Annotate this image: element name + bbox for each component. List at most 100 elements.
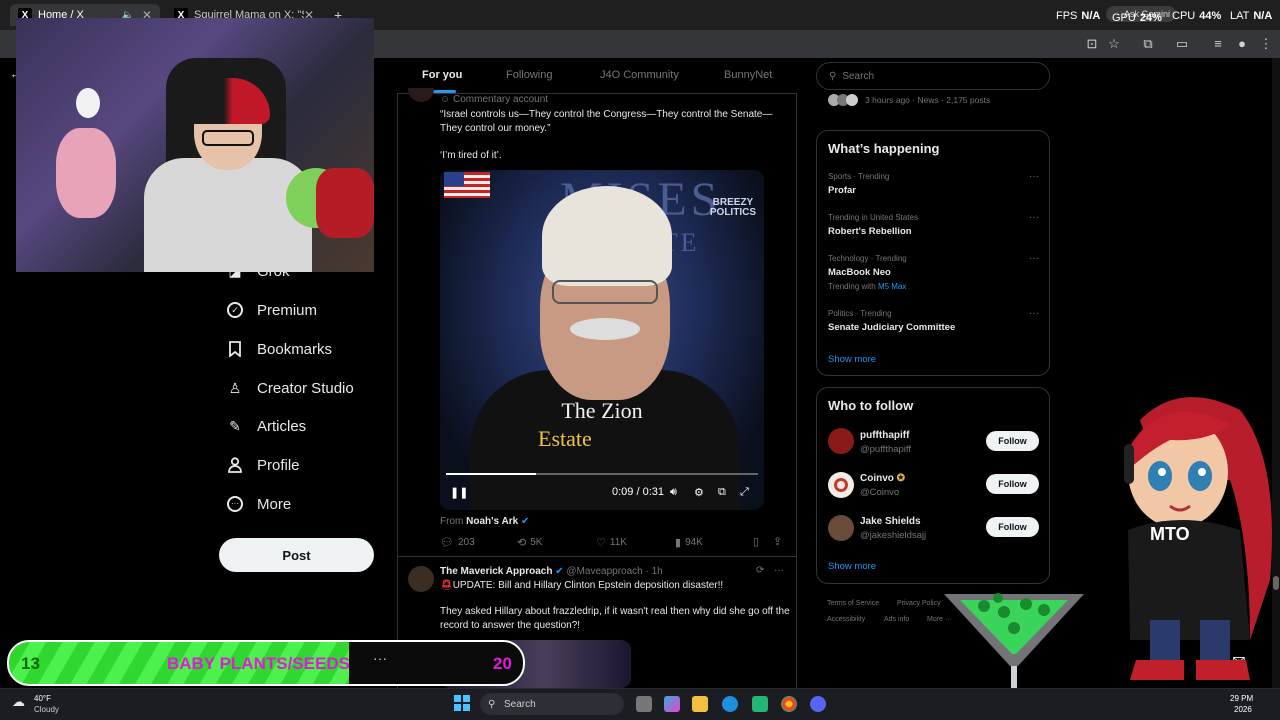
trend-title[interactable]: Profar <box>828 185 856 196</box>
nav-profile[interactable]: Profile <box>226 453 300 477</box>
author-handle[interactable]: @Maveapproach <box>566 566 642 577</box>
post-time: · 1h <box>645 566 663 577</box>
tab-j4o-community[interactable]: J4O Community <box>600 69 679 81</box>
nav-bookmarks[interactable]: Bookmarks <box>226 337 332 361</box>
us-flag-icon <box>444 172 490 198</box>
chrome-icon[interactable] <box>781 696 797 712</box>
video-caption-2: Estate <box>538 426 592 451</box>
pause-icon[interactable]: ❚❚ <box>450 486 468 499</box>
speaker-glasses <box>552 280 658 304</box>
task-view-icon[interactable] <box>636 696 652 712</box>
pink-plush <box>56 128 116 218</box>
follow-user-handle: @jakeshieldsajj <box>860 530 927 541</box>
news-meta: 3 hours ago · News · 2,175 posts <box>865 95 991 105</box>
follow-button[interactable]: Follow <box>986 431 1039 451</box>
hud-fps: FPS N/A <box>1056 10 1101 22</box>
show-more-link[interactable]: Show more <box>828 561 876 572</box>
weather-icon: ☁ <box>12 694 25 709</box>
commentary-icon: ☺ <box>440 94 453 105</box>
reply-icon: 💬︎ <box>440 537 454 549</box>
footer-link[interactable]: Privacy Policy <box>897 600 941 607</box>
author-name[interactable]: The Maverick Approach <box>440 566 552 577</box>
taskbar-search-label: Search <box>504 698 536 710</box>
trend-title[interactable]: Senate Judiciary Committee <box>828 322 955 333</box>
star-icon[interactable]: ☆ <box>1106 36 1122 52</box>
tab-for-you[interactable]: For you <box>422 69 462 81</box>
follow-user-name[interactable]: Coinvo ✪ <box>860 473 905 484</box>
post-button[interactable]: Post <box>219 538 374 572</box>
creator-studio-icon: ♙ <box>228 379 242 396</box>
trend-title[interactable]: MacBook Neo <box>828 267 891 278</box>
avatar[interactable] <box>408 566 434 592</box>
like-action[interactable]: ♡ 11K <box>596 536 627 549</box>
settings-icon[interactable]: ⚙ <box>694 486 704 499</box>
repost-action[interactable]: ⟲ 5K <box>517 536 542 549</box>
nav-creator-studio[interactable]: ♙ Creator Studio <box>226 376 354 400</box>
commentary-label: ☺ Commentary account <box>440 94 549 105</box>
app-icon[interactable] <box>752 696 768 712</box>
taskbar-search[interactable]: ⚲ Search <box>480 693 624 715</box>
trend-menu-icon[interactable]: ··· <box>1029 253 1039 264</box>
nav-premium[interactable]: ✓ Premium <box>226 298 317 322</box>
avatar[interactable] <box>828 428 854 454</box>
show-more-link[interactable]: Show more <box>828 354 876 365</box>
tab-following[interactable]: Following <box>506 69 552 81</box>
trend-menu-icon[interactable]: ··· <box>1029 212 1039 223</box>
premium-icon: ✓ <box>226 301 244 319</box>
post-menu-icon[interactable]: ··· <box>774 565 784 576</box>
follow-user-name[interactable]: puffthapiff <box>860 430 909 441</box>
repost-icon: ⟲ <box>517 537 527 549</box>
install-app-icon[interactable]: ⊡ <box>1084 36 1100 52</box>
menu-icon[interactable]: ⋮ <box>1258 36 1274 52</box>
avatar[interactable] <box>828 472 854 498</box>
discord-icon[interactable] <box>810 696 826 712</box>
profile-icon <box>226 456 244 474</box>
copilot-icon[interactable] <box>664 696 680 712</box>
split-view-icon[interactable]: ▭ <box>1174 36 1190 52</box>
feed-tabs: For you Following J4O Community BunnyNet <box>397 58 797 94</box>
follow-user-name[interactable]: Jake Shields <box>860 516 921 527</box>
trend-extra-link[interactable]: M5 Max <box>878 282 906 291</box>
pip-icon[interactable]: ⧉ <box>718 486 726 499</box>
video-progress-bar[interactable] <box>446 473 758 475</box>
windows-start-icon[interactable] <box>454 695 470 711</box>
clock-time[interactable]: 29 PM <box>1230 694 1253 703</box>
weather-temp[interactable]: 40°F <box>34 694 51 703</box>
follow-user-handle: @puffthapiff <box>860 444 912 455</box>
tab-bunnynet[interactable]: BunnyNet <box>724 69 772 81</box>
breezy-politics-logo: BREEZY POLITICS <box>709 197 756 218</box>
hud-gpu: GPU 24% <box>1112 12 1162 24</box>
post-header: The Maverick Approach ✔ @Maveapproach · … <box>440 566 663 577</box>
video-player[interactable]: MISES UTE BREEZYPOLITICS The Zion Estate… <box>440 170 764 510</box>
bookmark-icon <box>226 340 244 358</box>
share-icon[interactable]: ⇪ <box>773 535 786 548</box>
extensions-icon[interactable]: ⧉ <box>1140 36 1156 52</box>
grok-icon[interactable]: ⟳ <box>756 565 764 576</box>
follow-button[interactable]: Follow <box>986 474 1039 494</box>
from-account-link[interactable]: Noah's Ark <box>466 516 518 527</box>
trend-title[interactable]: Robert's Rebellion <box>828 226 912 237</box>
avatar-shirt-text: MTO <box>1150 524 1190 544</box>
bookmark-action-icon[interactable]: ▯ <box>753 535 763 548</box>
trend-meta: Sports · Trending <box>828 172 890 181</box>
news-avatars <box>828 94 860 106</box>
footer-link[interactable]: Terms of Service <box>827 600 879 607</box>
reading-list-icon[interactable]: ≡ <box>1210 36 1226 52</box>
volume-icon[interactable]: 🔊︎ <box>670 486 677 499</box>
reply-action[interactable]: 💬︎ 203 <box>440 536 475 549</box>
avatar-icon[interactable]: ● <box>1234 36 1250 52</box>
search-input[interactable]: ⚲ Search <box>816 62 1050 90</box>
avatar[interactable] <box>828 515 854 541</box>
edge-icon[interactable] <box>722 696 738 712</box>
nav-articles[interactable]: ✎ Articles <box>226 414 306 438</box>
footer-link[interactable]: Ads info <box>884 616 909 623</box>
follow-button[interactable]: Follow <box>986 517 1039 537</box>
goal-menu-icon: ··· <box>373 650 387 666</box>
views-action[interactable]: ▮ 94K <box>675 536 703 549</box>
file-explorer-icon[interactable] <box>692 696 708 712</box>
fullscreen-icon[interactable]: ⤢ <box>740 486 749 499</box>
trend-menu-icon[interactable]: ··· <box>1029 308 1039 319</box>
footer-link[interactable]: Accessibility <box>827 616 865 623</box>
nav-more[interactable]: ··· More <box>226 492 291 516</box>
trend-menu-icon[interactable]: ··· <box>1029 171 1039 182</box>
